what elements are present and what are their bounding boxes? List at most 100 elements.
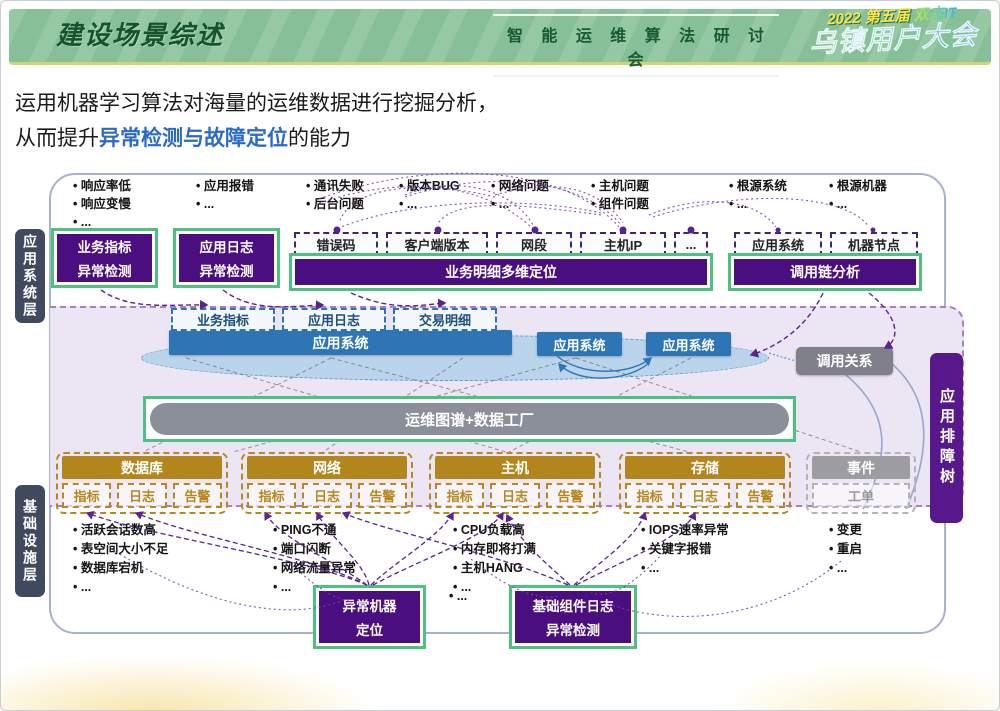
infra-section-network: 网络 指标 日志 告警 [241, 452, 413, 514]
graph-factory-frame: 运维图谱+数据工厂 [143, 396, 796, 442]
intro-line2-highlight: 异常检测与故障定位 [99, 126, 288, 150]
bullet-item: ... [829, 559, 862, 578]
infra-chip-alert: 告警 [358, 483, 407, 508]
decorative-wave-left [1, 639, 541, 711]
top-bullets-col7: 根源系统 ... [729, 177, 787, 213]
log-anomaly-line2: 异常检测 [200, 260, 254, 280]
bullet-item: 主机问题 [591, 177, 649, 195]
bullet-item: PING不通 [273, 521, 356, 540]
intro-line2: 从而提升异常检测与故障定位的能力 [15, 122, 351, 152]
bullet-item: 应用报错 [196, 177, 254, 195]
infra-chip-alert: 告警 [173, 483, 222, 508]
app-system-main: 应用系统 [169, 330, 512, 355]
bottom-bullets-col4: IOPS速率异常 关键字报错 ... [641, 521, 729, 578]
bullet-item: 网络问题 [491, 177, 549, 195]
top-bullets-col1: 响应率低 响应变慢 ... [73, 177, 131, 231]
infra-section-host: 主机 指标 日志 告警 [429, 452, 601, 514]
graph-factory-bar: 运维图谱+数据工厂 [150, 403, 789, 435]
data-chip-biz-metric: 业务指标 [171, 308, 275, 331]
bullet-item: 重启 [829, 540, 862, 559]
bullet-item: ... [641, 559, 729, 578]
event-section: 事件 工单 [806, 452, 916, 514]
callchain-box: 调用链分析 [728, 253, 922, 291]
bullet-item: ... [829, 195, 887, 213]
infra-title-network: 网络 [247, 456, 407, 479]
label-infra-layer: 基础设施层 [15, 485, 45, 597]
bullet-item: 通讯失败 [306, 177, 364, 195]
infra-chip-metric: 指标 [435, 483, 484, 508]
multidim-box: 业务明细多维定位 [289, 253, 713, 291]
top-bullets-col2: 应用报错 ... [196, 177, 254, 213]
bullet-item: 版本BUG [399, 177, 460, 195]
machine-locate-line2: 定位 [356, 619, 383, 639]
bullet-item: CPU负载高 [453, 521, 536, 540]
bottom-bullets-col5: 变更 重启 ... [829, 521, 862, 578]
bullet-item: 内存即将打满 [453, 540, 536, 559]
infra-chip-log: 日志 [117, 483, 166, 508]
infra-chip-log: 日志 [680, 483, 729, 508]
bullet-item: 响应率低 [73, 177, 131, 195]
bullet-item: 响应变慢 [73, 195, 131, 213]
bullet-item: 根源机器 [829, 177, 887, 195]
bullet-item: IOPS速率异常 [641, 521, 729, 540]
event-title: 事件 [812, 456, 910, 479]
infra-chip-log: 日志 [490, 483, 539, 508]
bullet-item: ... [729, 195, 787, 213]
infra-chip-metric: 指标 [247, 483, 296, 508]
infra-title-host: 主机 [435, 456, 595, 479]
top-bullets-col3: 通讯失败 后台问题 [306, 177, 364, 213]
app-system-right: 应用系统 [646, 332, 731, 356]
infra-chip-metric: 指标 [625, 483, 674, 508]
infra-chip-alert: 告警 [736, 483, 785, 508]
top-bullets-col5: 网络问题 ... [491, 177, 549, 213]
multidim-title: 业务明细多维定位 [295, 259, 707, 285]
intro-line2-suffix: 的能力 [288, 126, 351, 150]
bullet-item: ... [491, 195, 549, 213]
bullet-item: 表空间大小不足 [73, 540, 168, 559]
bullet-item: 后台问题 [306, 195, 364, 213]
metric-anomaly-line1: 业务指标 [78, 236, 132, 256]
bullet-item: 活跃会话数高 [73, 521, 168, 540]
infra-title-database: 数据库 [62, 456, 222, 479]
log-anomaly-box: 应用日志 异常检测 [173, 228, 280, 288]
callchain-title: 调用链分析 [734, 259, 916, 285]
data-chip-app-log: 应用日志 [282, 308, 386, 331]
bullet-item: ... [196, 195, 254, 213]
event-chip-ticket: 工单 [812, 483, 910, 508]
intro-line1: 运用机器学习算法对海量的运维数据进行挖掘分析， [15, 87, 498, 117]
data-chip-trade-detail: 交易明细 [393, 308, 497, 331]
infra-chip-metric: 指标 [62, 483, 111, 508]
bullet-item: 端口闪断 [273, 540, 356, 559]
infra-chip-alert: 告警 [546, 483, 595, 508]
infra-title-storage: 存储 [625, 456, 785, 479]
metric-anomaly-line2: 异常检测 [78, 260, 132, 280]
top-bullets-col6: 主机问题 组件问题 [591, 177, 649, 213]
bullet-item: 网络流量异常 [273, 559, 356, 578]
log-anomaly-line1: 应用日志 [200, 236, 254, 256]
top-bullets-col8: 根源机器 ... [829, 177, 887, 213]
machine-locate-box: 异常机器 定位 [313, 585, 426, 649]
component-log-box: 基础组件日志 异常检测 [509, 585, 637, 649]
bottom-bullets-col1: 活跃会话数高 表空间大小不足 数据库宕机 ... [73, 521, 168, 597]
infra-chip-log: 日志 [302, 483, 351, 508]
machine-locate-line1: 异常机器 [343, 595, 397, 615]
bullet-item: 根源系统 [729, 177, 787, 195]
slide: 建设场景综述 智 能 运 维 算 法 研 讨 会 2022 第五届 双态IT 乌… [0, 0, 1000, 711]
intro-line2-prefix: 从而提升 [15, 126, 99, 150]
call-relation-box: 调用关系 [796, 347, 893, 375]
bullet-item: 变更 [829, 521, 862, 540]
infra-section-database: 数据库 指标 日志 告警 [56, 452, 228, 514]
label-app-system-layer: 应用系统层 [15, 229, 45, 323]
metric-anomaly-box: 业务指标 异常检测 [51, 228, 158, 288]
page-title: 建设场景综述 [56, 15, 224, 52]
component-log-line1: 基础组件日志 [533, 595, 614, 615]
bottom-between-dots: ... [449, 587, 467, 605]
bullet-item: ... [399, 195, 460, 213]
bullet-item: 主机HANG [453, 559, 536, 578]
label-fault-tree: 应用排障树 [930, 353, 963, 523]
bullet-item: ... [449, 587, 467, 605]
decorative-wave-right [691, 656, 1000, 711]
bullet-item: 组件问题 [591, 195, 649, 213]
bullet-item: ... [73, 578, 168, 597]
infra-section-storage: 存储 指标 日志 告警 [619, 452, 791, 514]
